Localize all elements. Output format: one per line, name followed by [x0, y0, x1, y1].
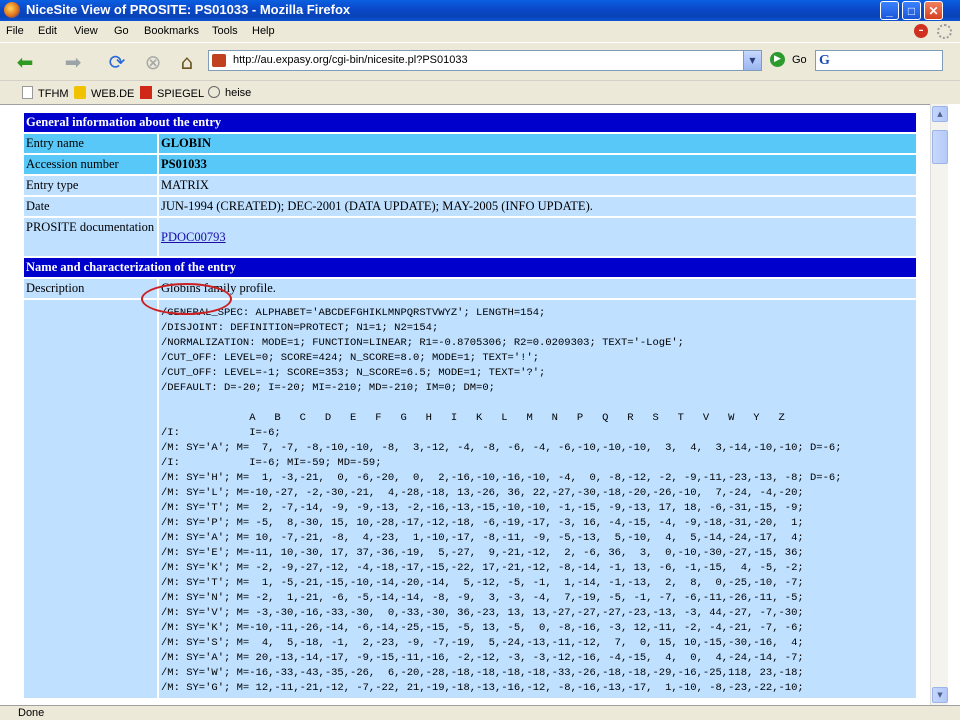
go-label: Go [792, 54, 807, 66]
documentation-cell: PDOC00793 [159, 218, 916, 256]
menu-help[interactable]: Help [252, 25, 275, 37]
table-row: Entry type MATRIX [24, 176, 916, 195]
webde-icon [74, 86, 86, 99]
documentation-label: PROSITE documentation [24, 218, 157, 256]
menu-view[interactable]: View [74, 25, 98, 37]
window-titlebar[interactable]: NiceSite View of PROSITE: PS01033 - Mozi… [0, 0, 960, 21]
section-name-char-header: Name and characterization of the entry [24, 258, 916, 277]
url-dropdown-icon[interactable]: ▼ [743, 51, 761, 70]
description-label: Description [24, 279, 157, 298]
site-favicon-icon [212, 54, 226, 67]
close-button[interactable]: ✕ [924, 1, 943, 20]
bookmark-label: TFHM [38, 88, 69, 100]
stop-icon[interactable]: ⊗ [142, 51, 164, 73]
reload-icon[interactable]: ⟳ [106, 51, 128, 73]
section-header-row: Name and characterization of the entry [24, 258, 916, 277]
red-highlight-ellipse [141, 283, 232, 315]
menu-edit[interactable]: Edit [38, 25, 57, 37]
back-arrow-icon[interactable]: ⬅ [14, 51, 36, 73]
description-value: Globins family profile. [159, 279, 916, 298]
status-bar: Done [0, 705, 960, 720]
section-general-header: General information about the entry [24, 113, 916, 132]
bookmarks-toolbar: TFHM WEB.DE SPIEGEL heise [0, 80, 960, 104]
status-text: Done [18, 707, 45, 719]
matrix-cell: /GENERAL_SPEC: ALPHABET='ABCDEFGHIKLMNPQ… [159, 300, 916, 698]
bookmark-heise[interactable]: heise [208, 86, 251, 99]
table-row: /GENERAL_SPEC: ALPHABET='ABCDEFGHIKLMNPQ… [24, 300, 916, 698]
menu-tools[interactable]: Tools [212, 25, 238, 37]
date-label: Date [24, 197, 157, 216]
heise-icon [208, 86, 220, 98]
firefox-logo-icon [4, 2, 20, 18]
search-input[interactable]: G [815, 50, 943, 71]
minimize-button[interactable]: _ [880, 1, 899, 20]
bookmark-tfhm[interactable]: TFHM [22, 86, 69, 100]
menu-bookmarks[interactable]: Bookmarks [144, 25, 199, 37]
scrollbar-thumb[interactable] [932, 130, 948, 164]
menu-file[interactable]: File [6, 25, 24, 37]
maximize-button[interactable]: □ [902, 1, 921, 20]
entry-type-label: Entry type [24, 176, 157, 195]
table-row: PROSITE documentation PDOC00793 [24, 218, 916, 256]
accession-value: PS01033 [159, 155, 916, 174]
bookmark-label: SPIEGEL [157, 88, 205, 100]
documentation-link[interactable]: PDOC00793 [161, 230, 226, 244]
entry-type-value: MATRIX [159, 176, 916, 195]
scroll-up-icon[interactable]: ▲ [932, 106, 948, 122]
window-title: NiceSite View of PROSITE: PS01033 - Mozi… [26, 2, 351, 17]
page-icon [22, 86, 33, 99]
entry-name-value: GLOBIN [159, 134, 916, 153]
go-icon[interactable]: ▶ [770, 52, 785, 67]
table-row: Date JUN-1994 (CREATED); DEC-2001 (DATA … [24, 197, 916, 216]
bookmark-webde[interactable]: WEB.DE [74, 86, 134, 100]
spiegel-icon [140, 86, 152, 99]
entry-name-label: Entry name [24, 134, 157, 153]
home-icon[interactable]: ⌂ [176, 51, 198, 73]
url-bar[interactable]: http://au.expasy.org/cgi-bin/nicesite.pl… [208, 50, 762, 71]
profile-matrix-text: /GENERAL_SPEC: ALPHABET='ABCDEFGHIKLMNPQ… [161, 307, 842, 694]
entry-info-table: General information about the entry Entr… [22, 111, 918, 700]
date-value: JUN-1994 (CREATED); DEC-2001 (DATA UPDAT… [159, 197, 916, 216]
bookmark-label: heise [225, 87, 252, 99]
bookmark-spiegel[interactable]: SPIEGEL [140, 86, 204, 100]
throbber-icon [937, 24, 952, 39]
accession-label: Accession number [24, 155, 157, 174]
go-button[interactable]: ▶ Go [770, 52, 810, 69]
stop-indicator-icon: – [914, 24, 928, 38]
menu-go[interactable]: Go [114, 25, 129, 37]
url-text[interactable]: http://au.expasy.org/cgi-bin/nicesite.pl… [233, 54, 468, 66]
section-header-row: General information about the entry [24, 113, 916, 132]
window-edge [948, 104, 960, 705]
menu-bar: File Edit View Go Bookmarks Tools Help – [0, 21, 960, 42]
page-content[interactable]: General information about the entry Entr… [0, 104, 930, 705]
vertical-scrollbar[interactable]: ▲ ▼ [930, 104, 949, 705]
table-row: Entry name GLOBIN [24, 134, 916, 153]
google-search-icon[interactable]: G [819, 53, 830, 69]
matrix-label-cell [24, 300, 157, 698]
scroll-down-icon[interactable]: ▼ [932, 687, 948, 703]
table-row: Accession number PS01033 [24, 155, 916, 174]
forward-arrow-icon[interactable]: ➡ [62, 51, 84, 73]
bookmark-label: WEB.DE [91, 88, 135, 100]
